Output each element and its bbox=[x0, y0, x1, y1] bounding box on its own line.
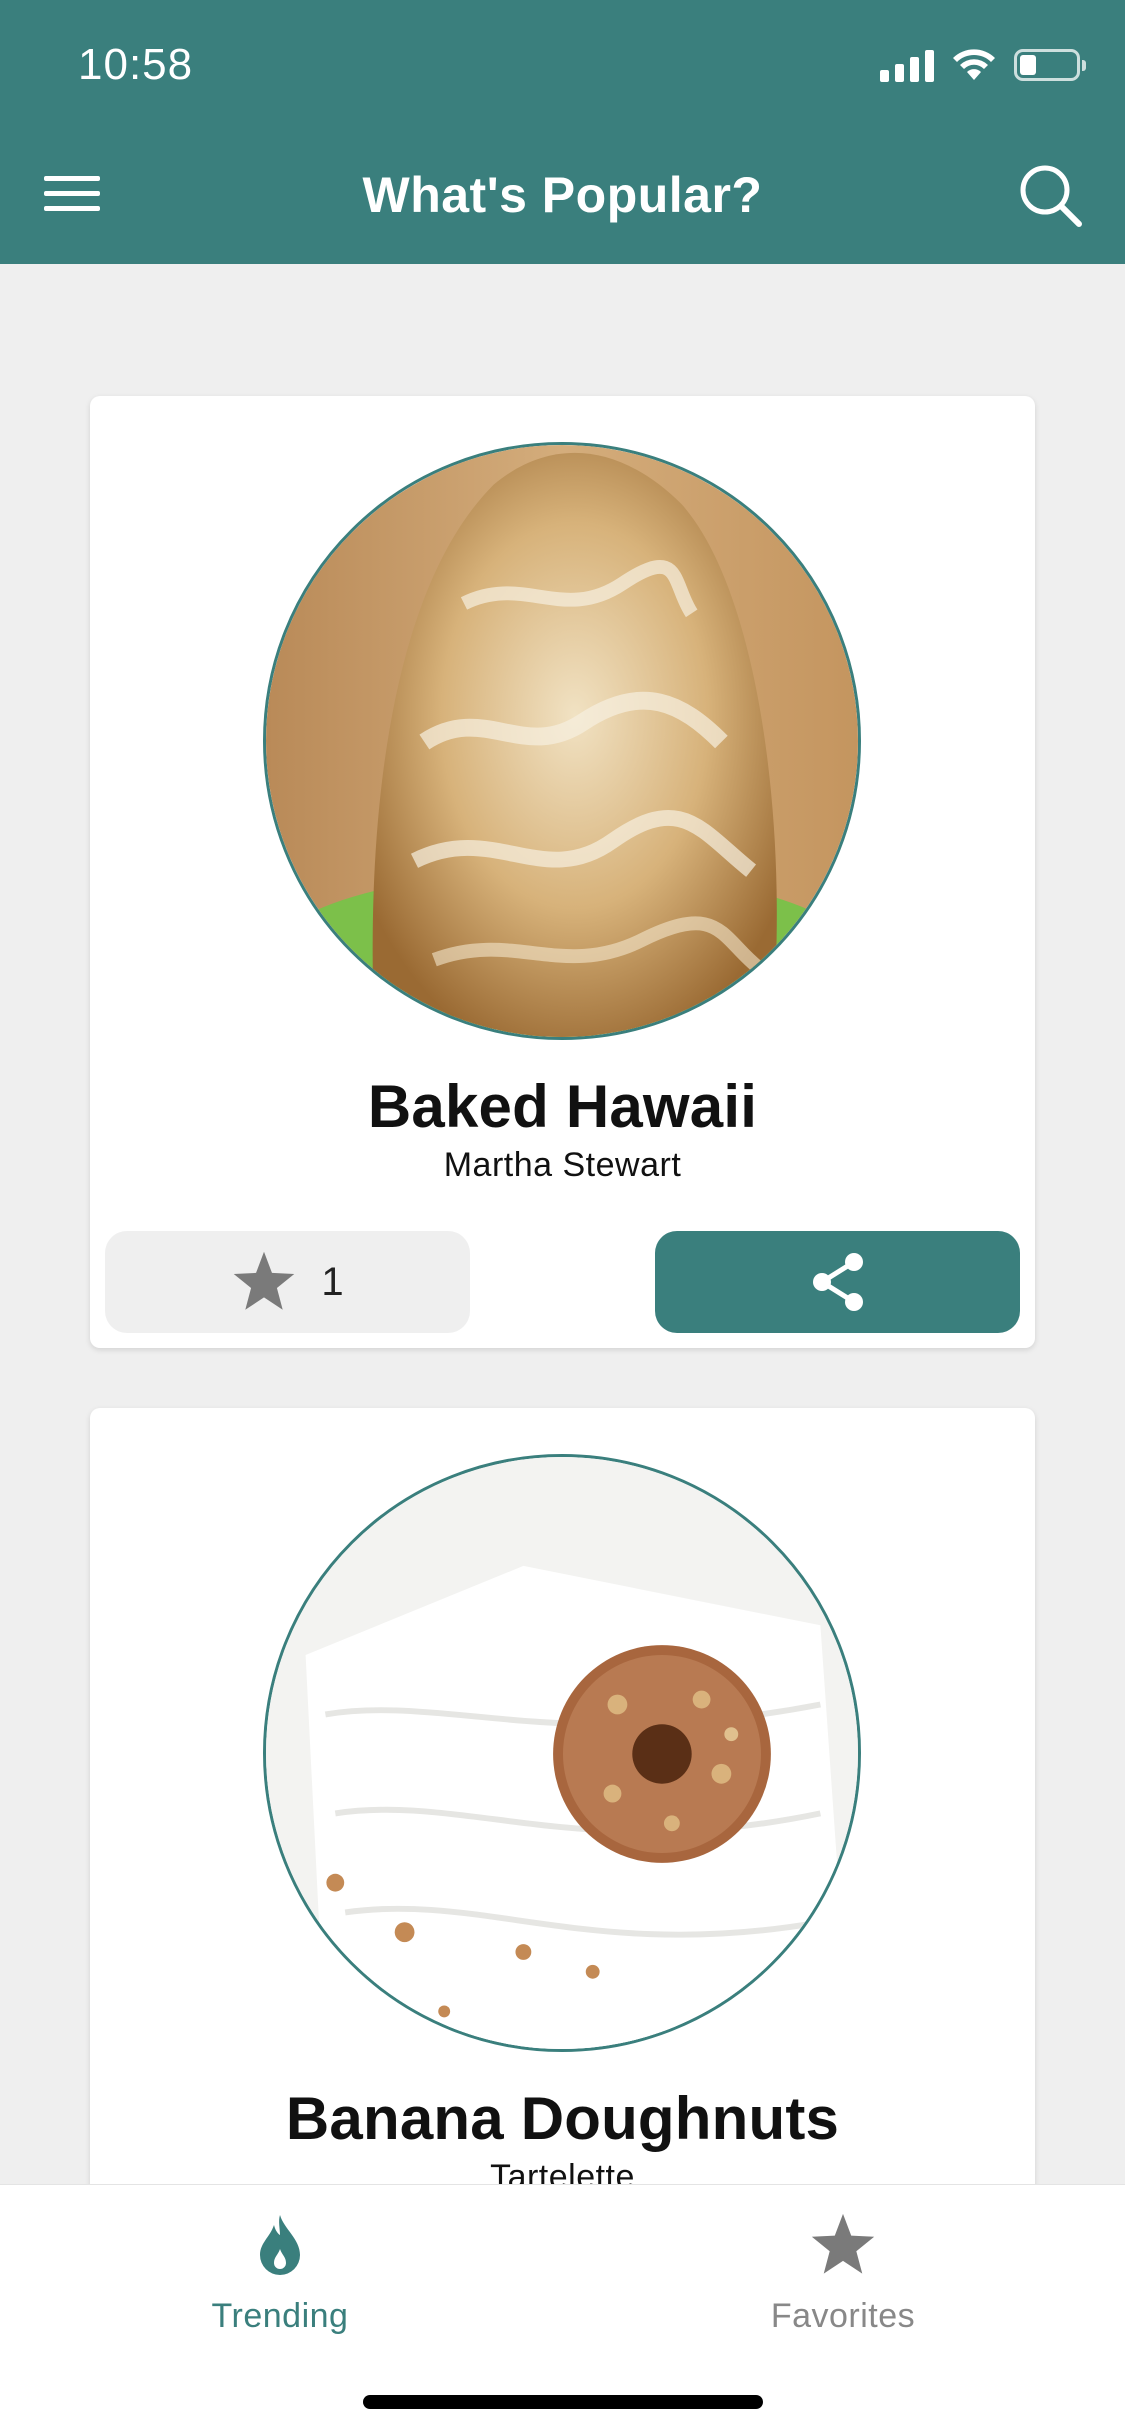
share-icon bbox=[812, 1253, 863, 1311]
star-icon bbox=[811, 2213, 875, 2274]
favorite-count: 1 bbox=[321, 1259, 344, 1304]
recipe-photo bbox=[263, 1454, 861, 2052]
star-icon bbox=[234, 1251, 295, 1310]
tab-favorites[interactable]: Favorites bbox=[693, 2205, 993, 2336]
favorite-button[interactable]: 1 bbox=[105, 1231, 470, 1333]
status-time: 10:58 bbox=[78, 40, 194, 89]
app-header: 10:58 What's Popular? bbox=[0, 0, 1125, 264]
flame-icon bbox=[260, 2215, 300, 2275]
bottom-tab-bar: Trending Favorites bbox=[0, 2184, 1125, 2436]
search-icon[interactable] bbox=[1015, 160, 1085, 230]
page-title: What's Popular? bbox=[362, 167, 763, 223]
battery-icon bbox=[1014, 49, 1086, 81]
recipe-photo bbox=[263, 442, 861, 1040]
recipe-card[interactable]: Baked Hawaii Martha Stewart 1 bbox=[90, 396, 1035, 1348]
share-button[interactable] bbox=[655, 1231, 1020, 1333]
tab-trending-label: Trending bbox=[211, 2297, 349, 2335]
home-indicator[interactable] bbox=[363, 2395, 763, 2409]
cellular-signal-icon bbox=[880, 48, 934, 82]
tab-favorites-label: Favorites bbox=[770, 2297, 916, 2335]
tab-trending[interactable]: Trending bbox=[130, 2205, 430, 2336]
recipe-card[interactable]: Banana Doughnuts Tartelette bbox=[90, 1408, 1035, 2308]
app-screen: 10:58 What's Popular? Baked Hawaii Marth… bbox=[0, 0, 1125, 2436]
wifi-icon bbox=[953, 49, 995, 80]
recipe-title: Banana Doughnuts bbox=[285, 2085, 840, 2152]
status-icons bbox=[880, 48, 1086, 82]
recipe-author: Martha Stewart bbox=[443, 1146, 682, 1184]
recipe-title: Baked Hawaii bbox=[367, 1073, 758, 1140]
